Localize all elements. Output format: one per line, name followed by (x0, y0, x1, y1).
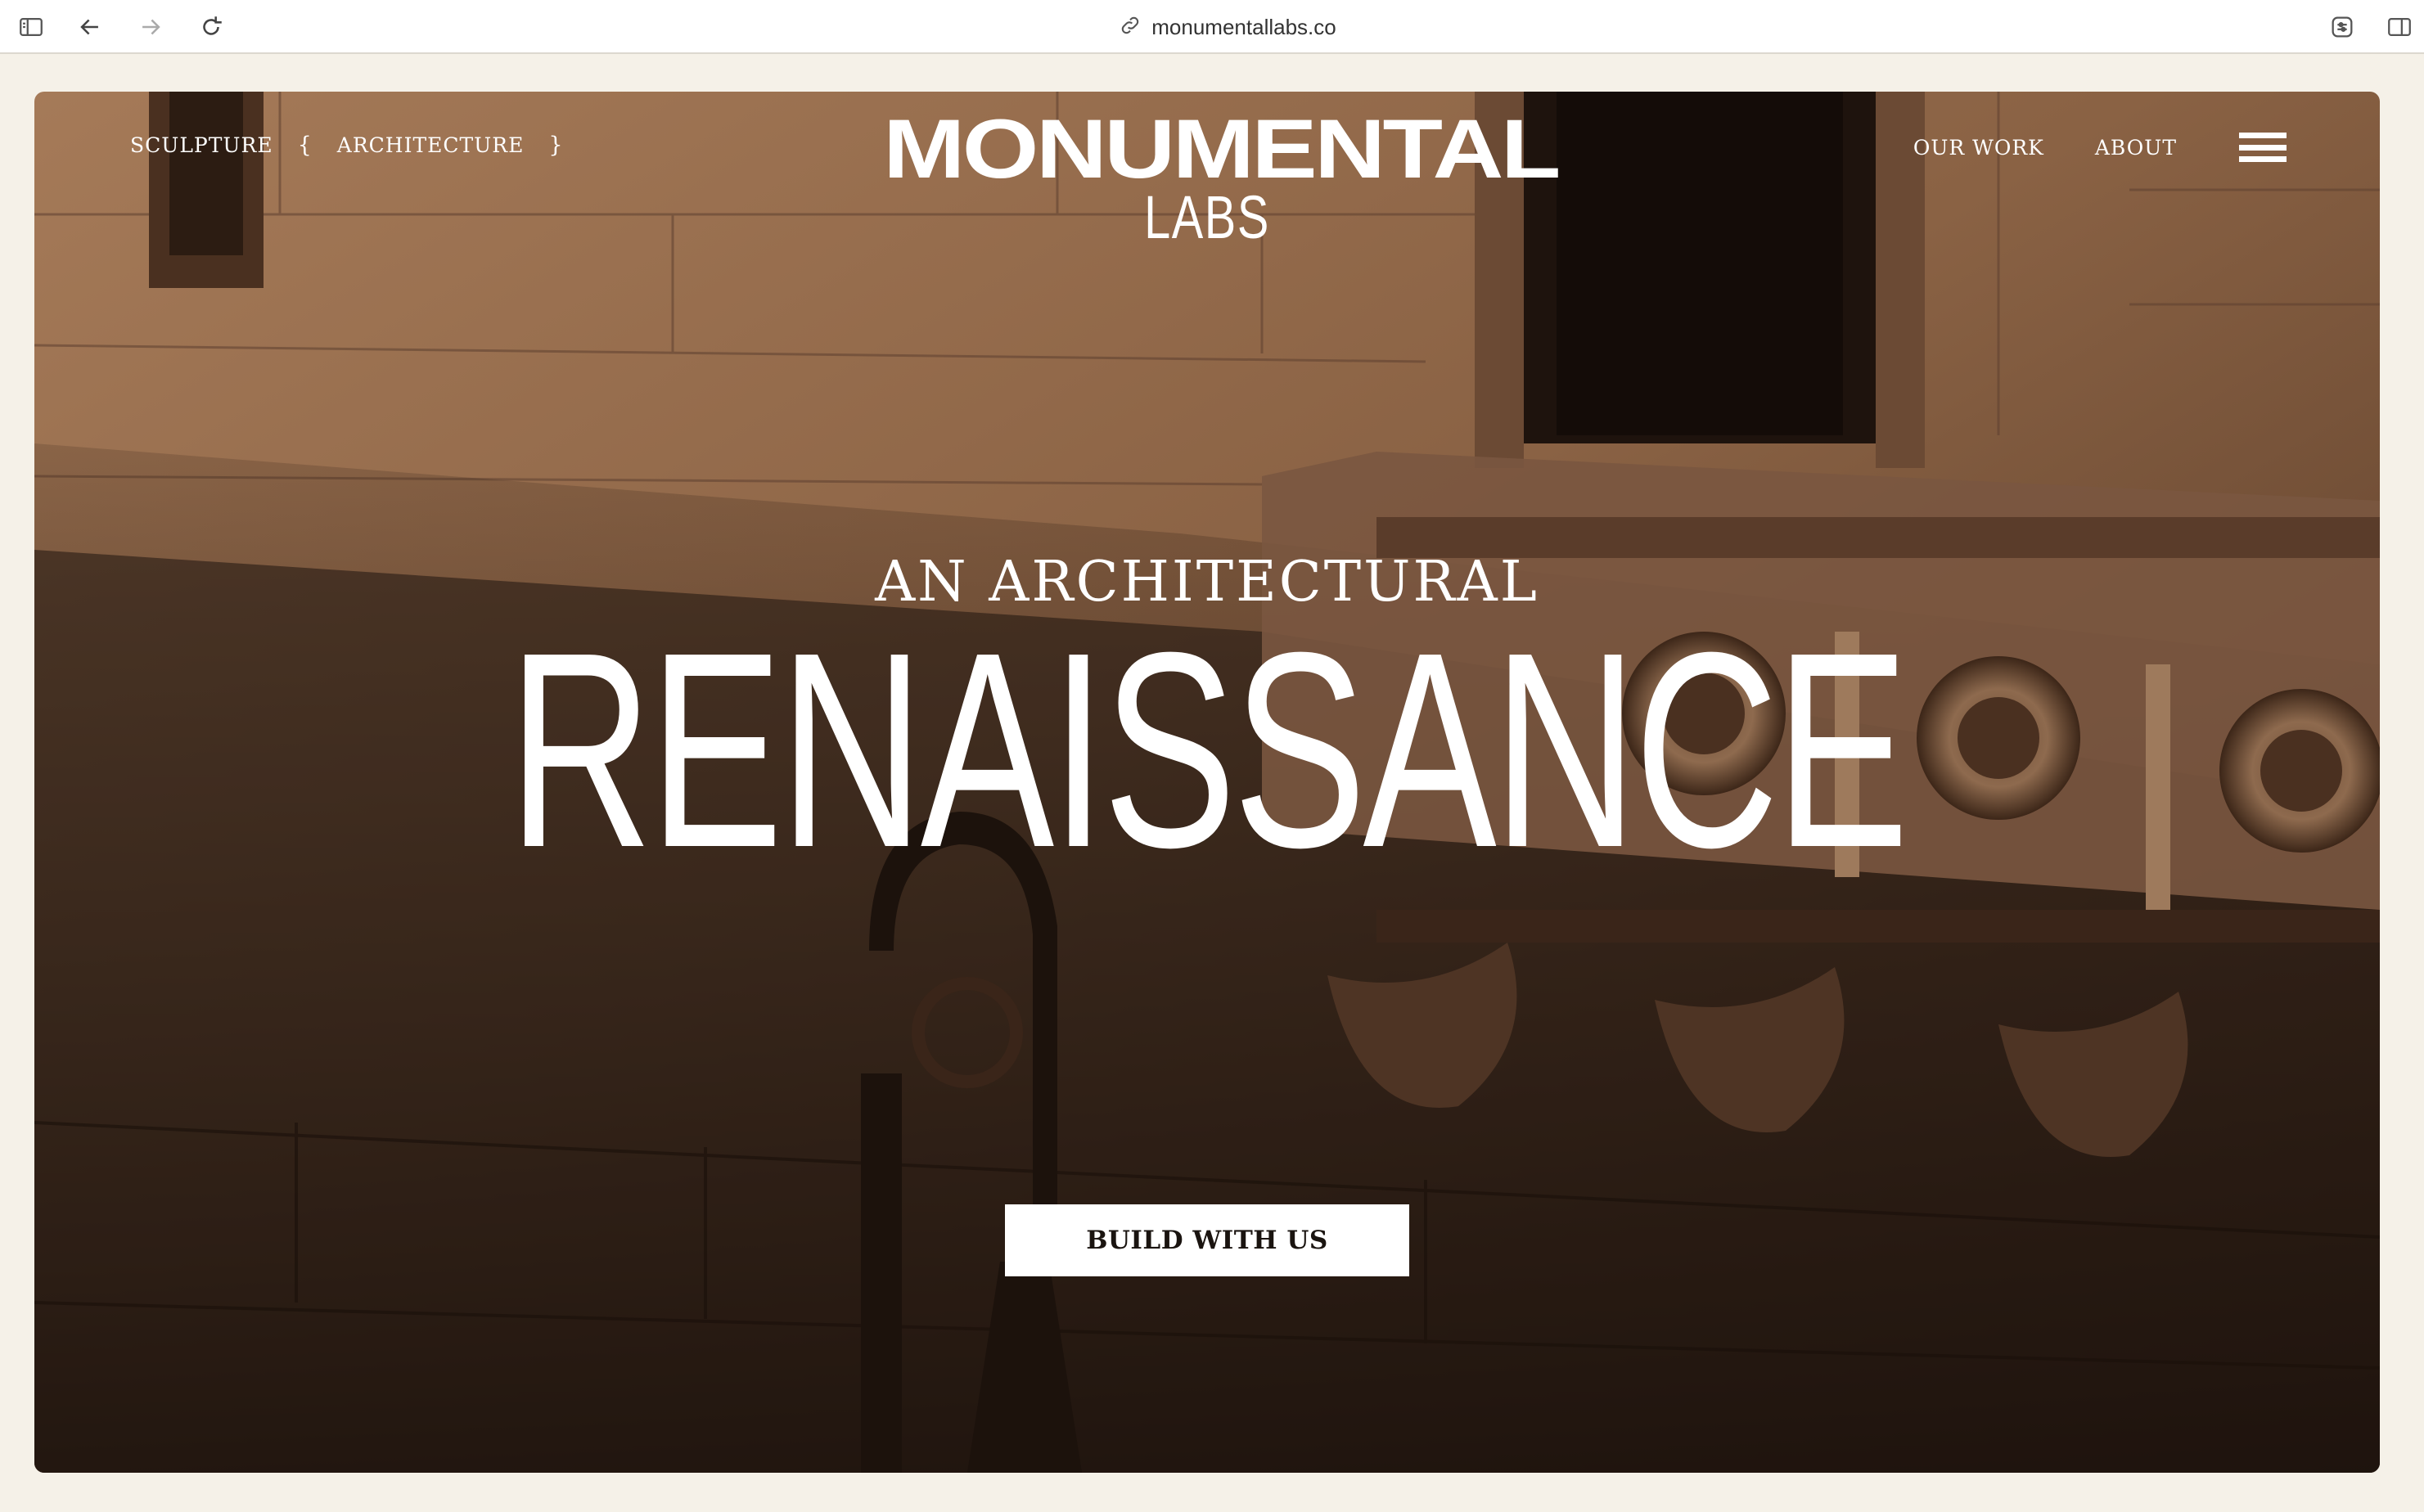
address-bar[interactable]: monumentallabs.co (1064, 10, 1391, 44)
hero-headline-wrap: RENAISSANCE (34, 595, 2380, 906)
url-text: monumentallabs.co (1151, 14, 1336, 39)
back-icon[interactable] (74, 11, 106, 43)
logo-subtitle: LABS (1144, 183, 1270, 251)
link-icon (1119, 14, 1142, 41)
logo[interactable]: MONUMENTAL LABS (883, 107, 1561, 251)
reload-icon[interactable] (195, 11, 228, 43)
extension-icon[interactable] (2326, 11, 2359, 43)
primary-nav-right: OUR WORK ABOUT (1913, 133, 2287, 162)
hero-headline: RENAISSANCE (508, 595, 1909, 906)
nav-link-architecture[interactable]: ARCHITECTURE (337, 133, 525, 157)
nav-link-about[interactable]: ABOUT (2095, 136, 2177, 160)
brace-close: } (548, 133, 564, 158)
build-with-us-button[interactable]: BUILD WITH US (1005, 1204, 1409, 1276)
sidebar-icon[interactable] (15, 11, 47, 43)
primary-nav-left: SCULPTURE { ARCHITECTURE } (130, 133, 564, 158)
hamburger-bar (2239, 133, 2287, 138)
browser-toolbar: monumentallabs.co (0, 0, 2424, 54)
hamburger-bar (2239, 156, 2287, 162)
hero-section: SCULPTURE { ARCHITECTURE } MONUMENTAL LA… (34, 92, 2380, 1473)
split-view-icon[interactable] (2383, 11, 2416, 43)
nav-link-our-work[interactable]: OUR WORK (1913, 136, 2044, 160)
brace-open: { (297, 133, 313, 158)
logo-wordmark: MONUMENTAL (883, 102, 1561, 196)
forward-icon[interactable] (134, 11, 167, 43)
nav-link-sculpture[interactable]: SCULPTURE (130, 133, 273, 157)
hamburger-icon[interactable] (2239, 133, 2287, 162)
hamburger-bar (2239, 144, 2287, 151)
